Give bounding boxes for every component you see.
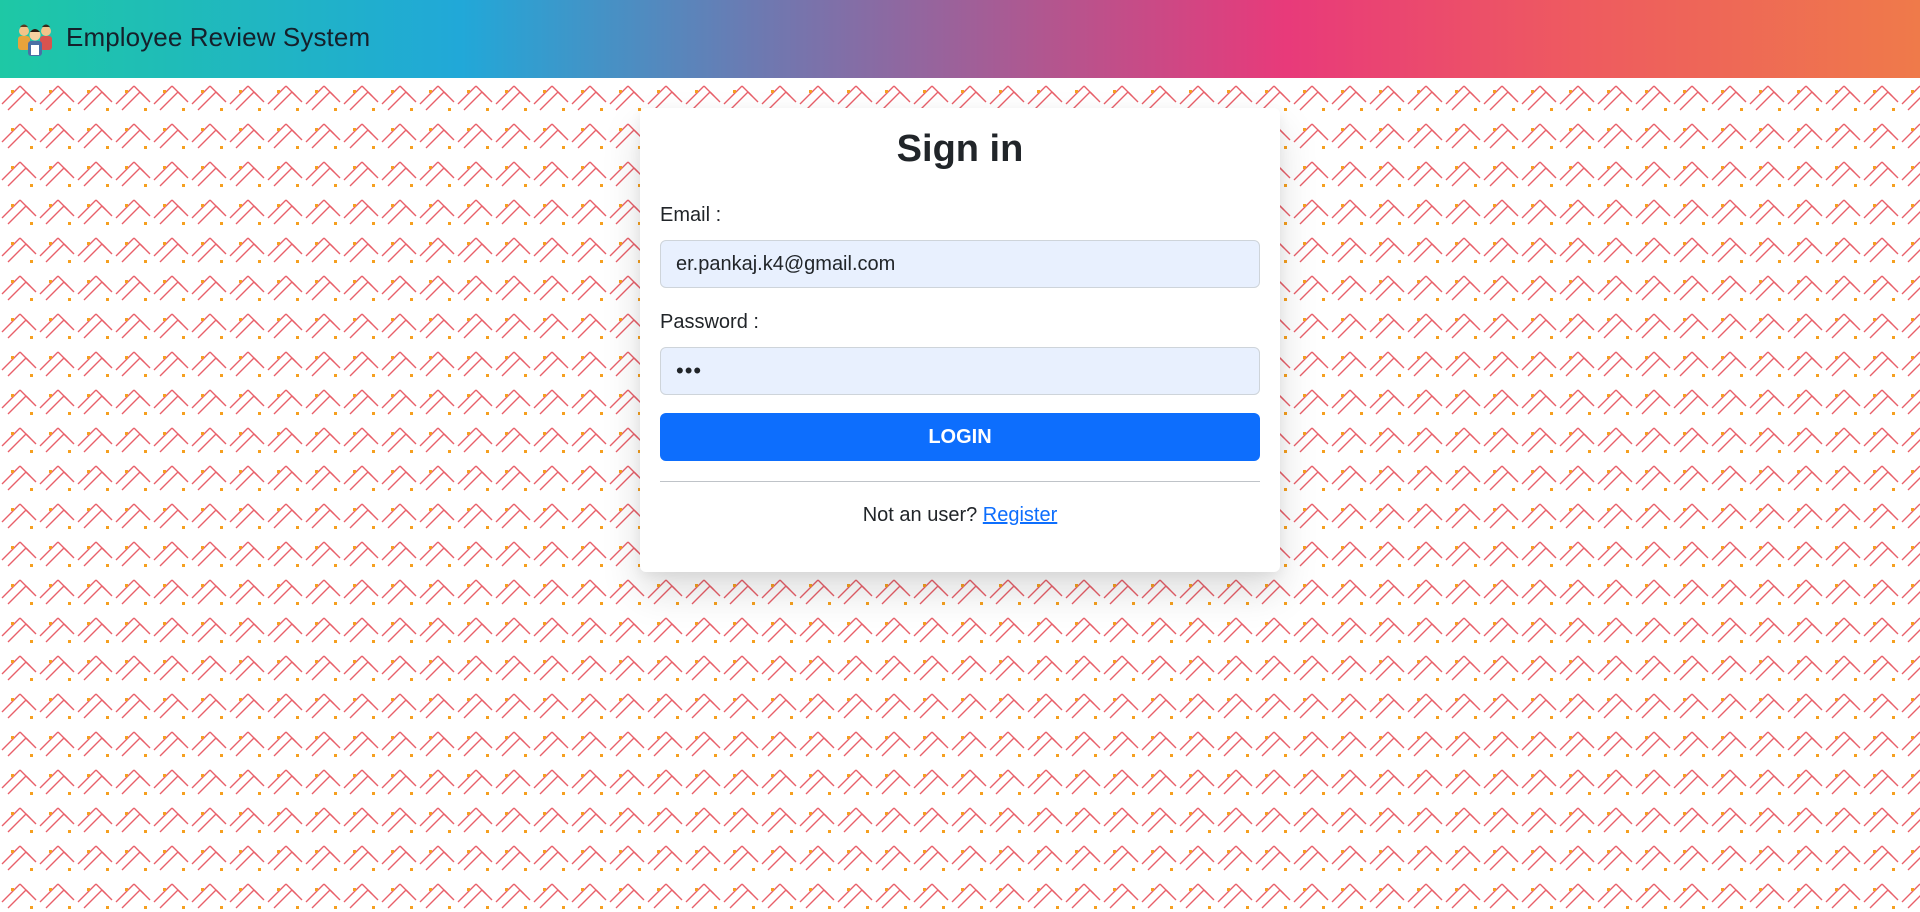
register-link[interactable]: Register [983, 504, 1057, 526]
sign-in-card: Sign in Email : Password : LOGIN Not an … [640, 108, 1280, 572]
register-prompt-row: Not an user? Register [640, 504, 1280, 527]
employees-group-icon[interactable] [15, 19, 55, 59]
email-label: Email : [660, 204, 722, 226]
app-title[interactable]: Employee Review System [66, 22, 370, 53]
password-label: Password : [660, 311, 759, 333]
top-navbar: Employee Review System [0, 0, 1920, 78]
email-field[interactable] [660, 240, 1260, 288]
page-title: Sign in [896, 128, 1024, 170]
password-field[interactable] [660, 347, 1260, 395]
register-prompt-text: Not an user? [862, 504, 978, 526]
login-button[interactable]: LOGIN [660, 413, 1260, 461]
divider [660, 481, 1260, 482]
